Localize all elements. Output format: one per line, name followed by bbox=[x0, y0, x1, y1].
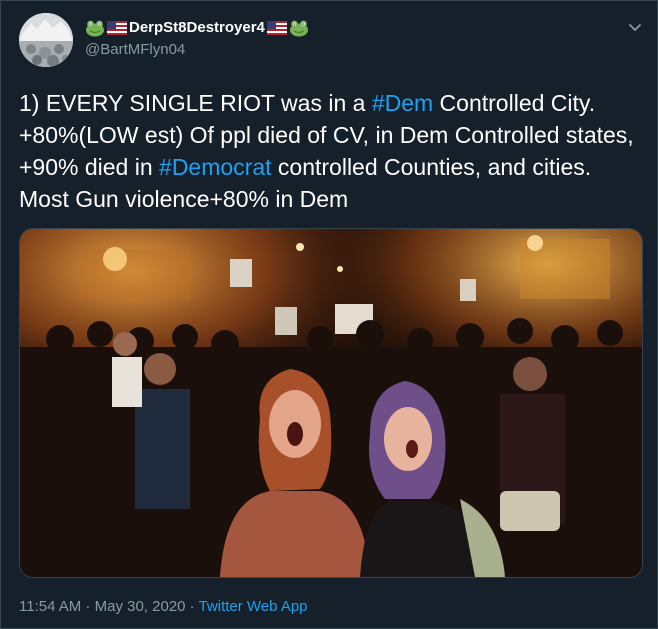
tweet-card: DerpSt8Destroyer4 @BartMFlyn04 1) EVERY … bbox=[0, 0, 658, 629]
more-options-button[interactable] bbox=[625, 17, 645, 37]
user-handle[interactable]: @BartMFlyn04 bbox=[85, 40, 185, 60]
separator-dot: · bbox=[81, 598, 95, 615]
tweet-text: 1) EVERY SINGLE RIOT was in a #Dem Contr… bbox=[19, 87, 643, 215]
frog-emoji-icon bbox=[86, 20, 104, 37]
separator-dot: · bbox=[185, 598, 199, 615]
display-name-text: DerpSt8Destroyer4 bbox=[129, 19, 265, 36]
us-flag-emoji-icon bbox=[107, 21, 127, 35]
tweet-date[interactable]: May 30, 2020 bbox=[95, 598, 186, 615]
tweet-text-part: 1) EVERY SINGLE RIOT was in a bbox=[19, 90, 372, 116]
hashtag-link[interactable]: #Dem bbox=[372, 90, 433, 116]
tweet-time[interactable]: 11:54 AM bbox=[19, 598, 81, 615]
source-app-link[interactable]: Twitter Web App bbox=[199, 598, 308, 615]
tweet-photo[interactable] bbox=[19, 228, 643, 578]
avatar[interactable] bbox=[19, 13, 73, 67]
display-name[interactable]: DerpSt8Destroyer4 bbox=[85, 18, 309, 38]
tweet-metadata: 11:54 AM · May 30, 2020 · Twitter Web Ap… bbox=[19, 597, 308, 617]
frog-emoji-icon bbox=[289, 20, 308, 37]
protest-crowd-photo bbox=[20, 229, 642, 577]
chevron-down-icon bbox=[629, 24, 641, 31]
avatar-image bbox=[19, 13, 73, 67]
us-flag-emoji-icon bbox=[266, 21, 287, 35]
hashtag-link[interactable]: #Democrat bbox=[159, 154, 271, 180]
